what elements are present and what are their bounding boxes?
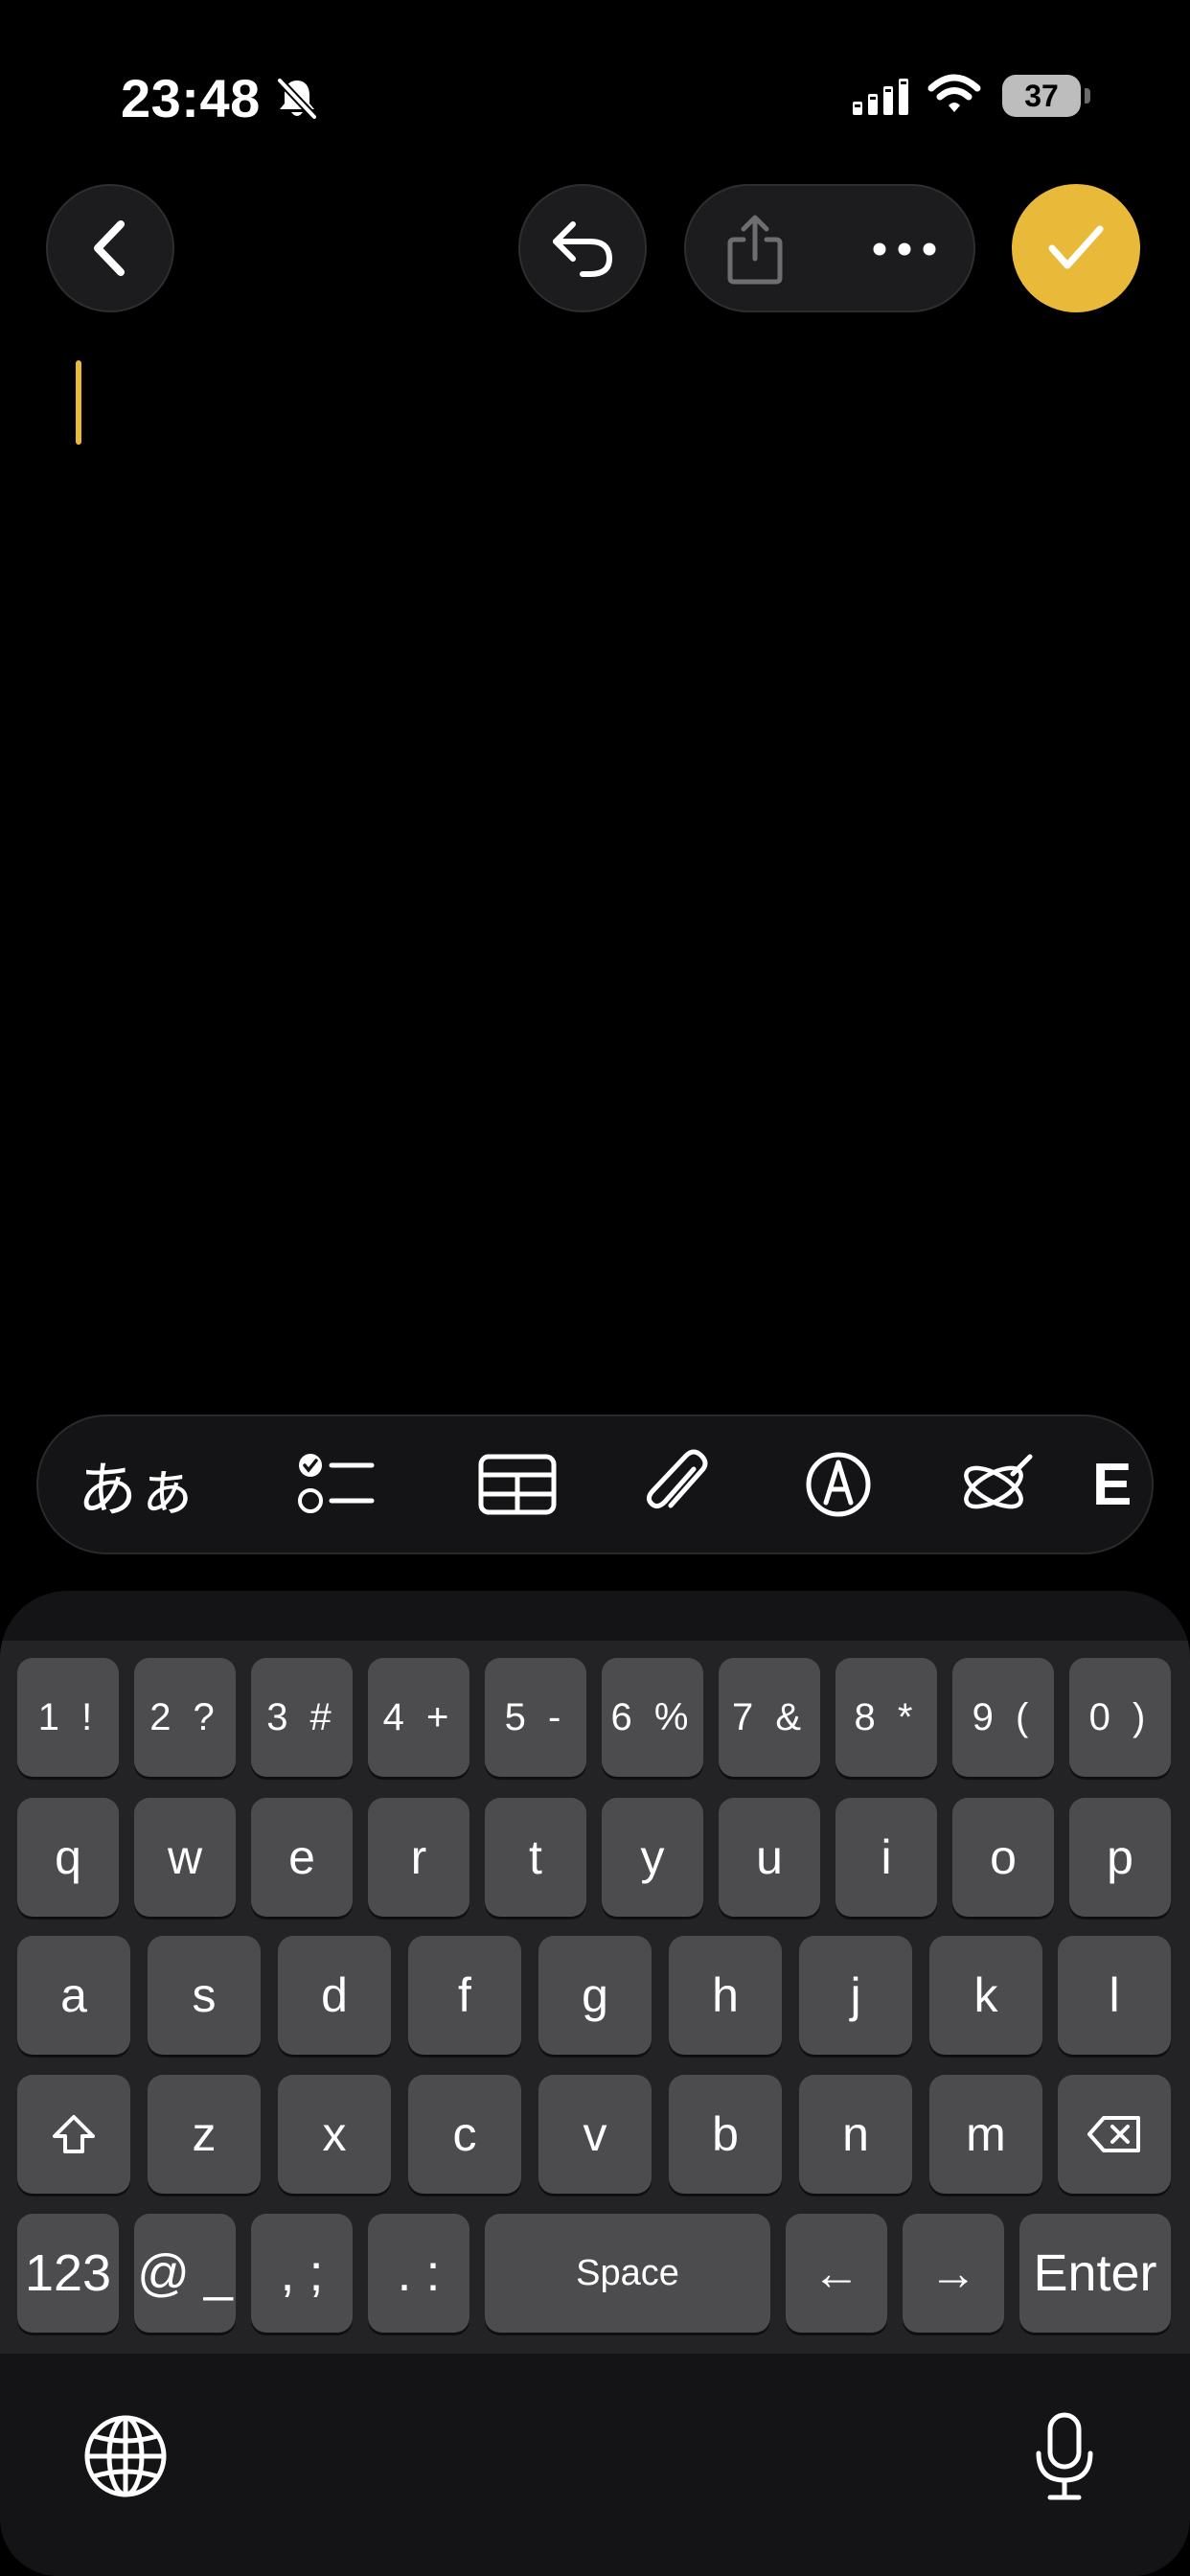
key-c[interactable]: c — [408, 2075, 521, 2194]
key-d[interactable]: d — [278, 1936, 391, 2055]
shift-icon — [51, 2113, 97, 2155]
note-body[interactable] — [0, 335, 1190, 1390]
undo-arrow-icon — [548, 217, 617, 280]
shift-key[interactable] — [17, 2075, 130, 2194]
key-i[interactable]: i — [835, 1798, 937, 1917]
numbers-mode-key[interactable]: 123 — [17, 2214, 119, 2333]
status-time: 23:48 — [121, 68, 261, 128]
key-0[interactable]: 0 ) — [1069, 1658, 1171, 1777]
at-key[interactable]: @ _ — [134, 2214, 236, 2333]
markup-pen-icon — [805, 1451, 872, 1518]
battery-level: 37 — [1024, 78, 1059, 113]
ellipsis-icon — [872, 242, 937, 257]
microphone-icon[interactable] — [1031, 2411, 1098, 2503]
checklist-button[interactable] — [284, 1436, 389, 1533]
more-button[interactable] — [855, 199, 954, 299]
battery-cap — [1085, 88, 1090, 104]
chevron-left-icon — [86, 218, 134, 278]
share-icon — [724, 213, 786, 286]
battery-icon: 37 — [1002, 75, 1081, 117]
markup-button[interactable] — [786, 1436, 891, 1533]
space-key[interactable]: Space — [485, 2214, 770, 2333]
back-button[interactable] — [46, 184, 174, 312]
left-arrow-key[interactable]: ← — [786, 2214, 887, 2333]
key-1[interactable]: 1 ! — [17, 1658, 119, 1777]
more-formats-button[interactable]: E — [1092, 1436, 1150, 1533]
key-w[interactable]: w — [134, 1798, 236, 1917]
share-more-group — [684, 184, 975, 312]
writing-tools-button[interactable] — [945, 1436, 1050, 1533]
right-arrow-key[interactable]: → — [903, 2214, 1004, 2333]
period-key[interactable]: . : — [368, 2214, 469, 2333]
undo-button[interactable] — [518, 184, 647, 312]
key-p[interactable]: p — [1069, 1798, 1171, 1917]
key-2[interactable]: 2 ? — [134, 1658, 236, 1777]
comma-key[interactable]: , ; — [251, 2214, 353, 2333]
share-button[interactable] — [705, 199, 805, 299]
delete-backward-icon — [1087, 2115, 1142, 2153]
globe-icon[interactable] — [82, 2413, 169, 2499]
attachment-button[interactable] — [625, 1436, 730, 1533]
key-t[interactable]: t — [485, 1798, 586, 1917]
key-8[interactable]: 8 * — [835, 1658, 937, 1777]
done-button[interactable] — [1012, 184, 1140, 312]
delete-key[interactable] — [1058, 2075, 1171, 2194]
key-h[interactable]: h — [669, 1936, 782, 2055]
key-m[interactable]: m — [929, 2075, 1042, 2194]
keyboard-keys-area: 1 ! 2 ? 3 # 4 + 5 - 6 % 7 & 8 * 9 ( 0 ) … — [0, 1641, 1190, 2354]
key-l[interactable]: l — [1058, 1936, 1171, 2055]
enter-key[interactable]: Enter — [1019, 2214, 1171, 2333]
key-z[interactable]: z — [148, 2075, 261, 2194]
table-button[interactable] — [465, 1436, 570, 1533]
key-e[interactable]: e — [251, 1798, 353, 1917]
key-6[interactable]: 6 % — [602, 1658, 703, 1777]
key-v[interactable]: v — [538, 2075, 652, 2194]
writing-tools-icon — [959, 1451, 1036, 1518]
key-y[interactable]: y — [602, 1798, 703, 1917]
text-style-button[interactable]: あぁ — [65, 1436, 209, 1533]
key-7[interactable]: 7 & — [719, 1658, 820, 1777]
key-g[interactable]: g — [538, 1936, 652, 2055]
key-3[interactable]: 3 # — [251, 1658, 353, 1777]
format-toolbar: あぁ E — [36, 1414, 1154, 1554]
checkmark-icon — [1046, 223, 1106, 273]
table-icon — [478, 1454, 557, 1515]
key-4[interactable]: 4 + — [368, 1658, 469, 1777]
key-5[interactable]: 5 - — [485, 1658, 586, 1777]
key-r[interactable]: r — [368, 1798, 469, 1917]
key-f[interactable]: f — [408, 1936, 521, 2055]
key-k[interactable]: k — [929, 1936, 1042, 2055]
key-u[interactable]: u — [719, 1798, 820, 1917]
key-n[interactable]: n — [799, 2075, 912, 2194]
key-o[interactable]: o — [952, 1798, 1054, 1917]
key-a[interactable]: a — [17, 1936, 130, 2055]
checklist-icon — [297, 1451, 376, 1518]
key-s[interactable]: s — [148, 1936, 261, 2055]
key-j[interactable]: j — [799, 1936, 912, 2055]
cellular-signal-icon — [853, 79, 912, 117]
wifi-icon — [927, 73, 981, 115]
key-q[interactable]: q — [17, 1798, 119, 1917]
bell-slash-icon — [276, 77, 318, 121]
key-b[interactable]: b — [669, 2075, 782, 2194]
paperclip-icon — [644, 1448, 711, 1521]
keyboard: 1 ! 2 ? 3 # 4 + 5 - 6 % 7 & 8 * 9 ( 0 ) … — [0, 1591, 1190, 2576]
key-x[interactable]: x — [278, 2075, 391, 2194]
key-9[interactable]: 9 ( — [952, 1658, 1054, 1777]
